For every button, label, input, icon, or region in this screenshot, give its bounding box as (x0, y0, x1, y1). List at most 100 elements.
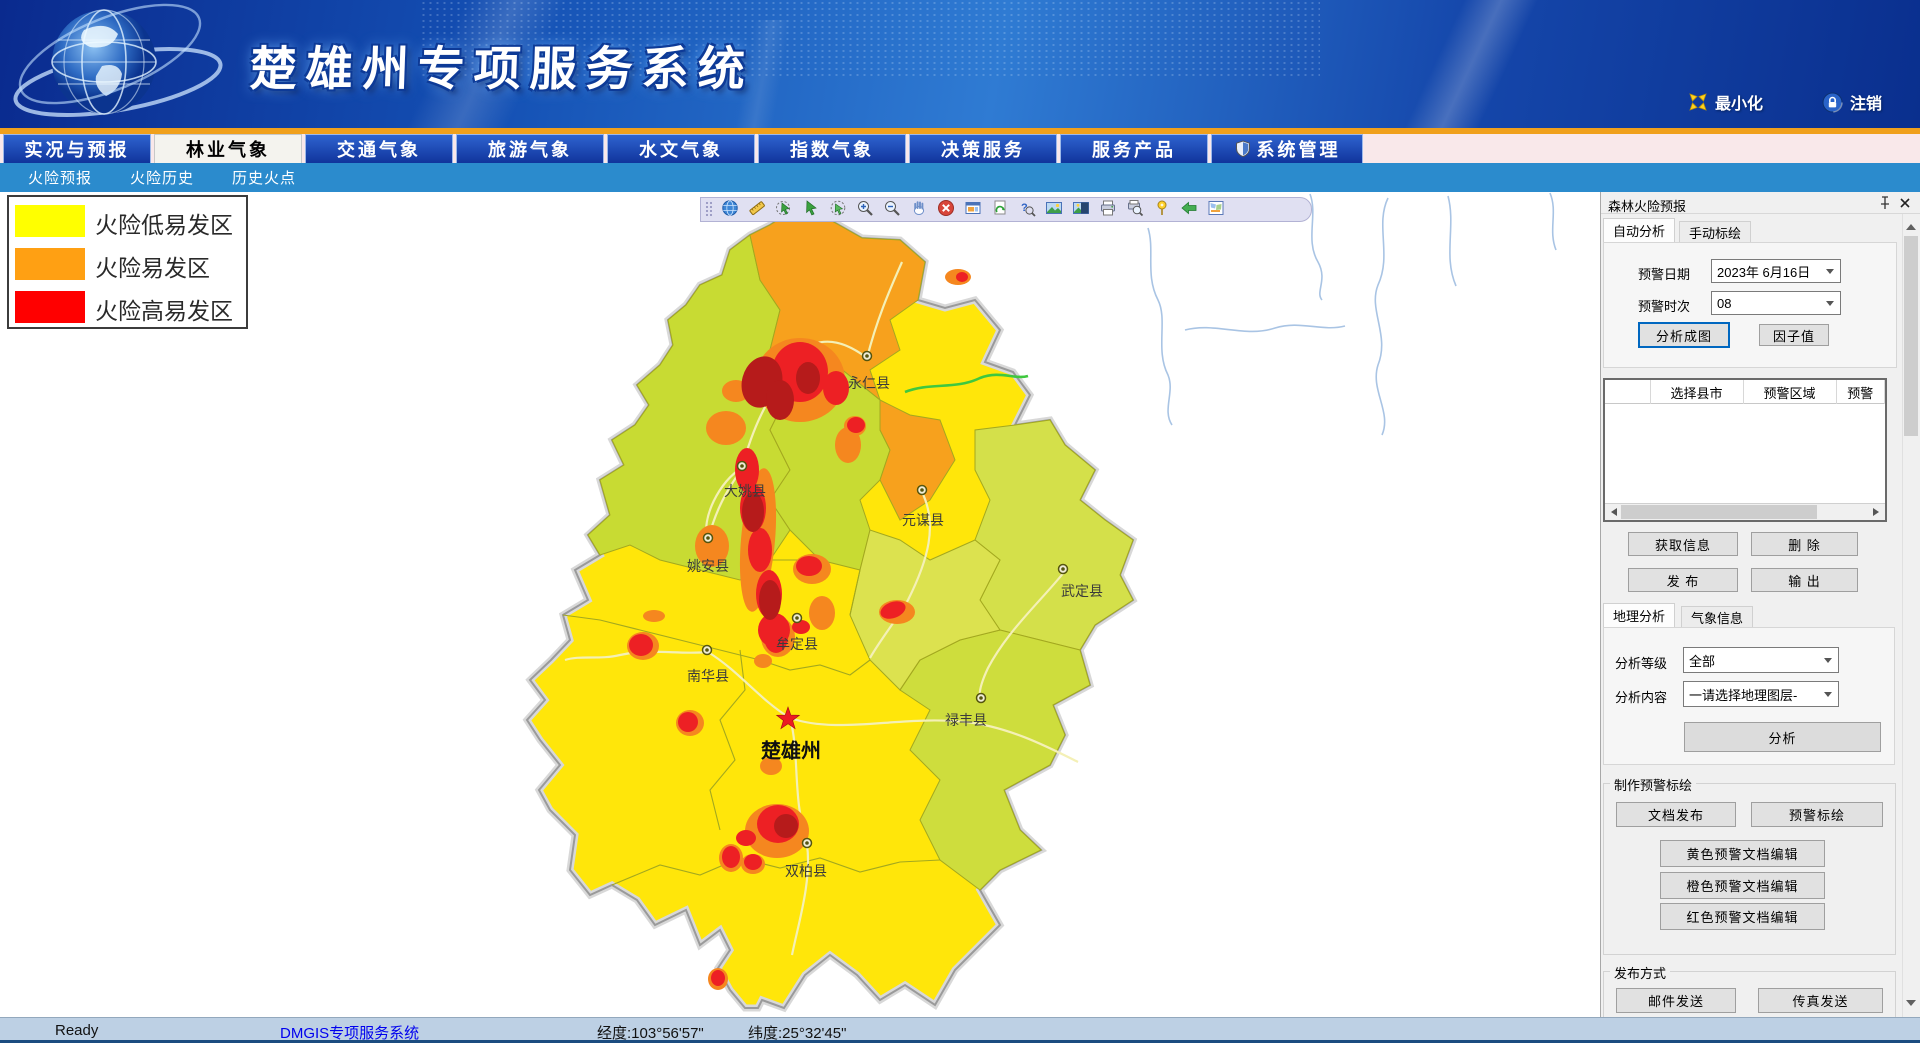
tab-tourism-weather[interactable]: 旅游气象 (456, 134, 604, 163)
map-label-nanhua: 南华县 (687, 666, 729, 686)
delete-button[interactable]: 删 除 (1751, 532, 1858, 556)
factor-value-button[interactable]: 因子值 (1759, 324, 1829, 346)
fire-risk-legend: 火险低易发区火险易发区火险高易发区 (7, 195, 248, 329)
label-pin-icon (1153, 199, 1171, 220)
doc-publish-button[interactable]: 文档发布 (1616, 802, 1736, 827)
warn-date-label: 预警日期 (1638, 264, 1690, 283)
tab-label: 实况与预报 (25, 136, 130, 162)
analysis-content-value: 一请选择地理图层- (1689, 685, 1797, 704)
legend-label: 火险低易发区 (95, 206, 233, 240)
tab-live-forecast[interactable]: 实况与预报 (3, 134, 151, 163)
map-label-mouding: 牟定县 (776, 634, 818, 654)
analysis-level-label: 分析等级 (1615, 653, 1667, 672)
tool-pointer[interactable] (797, 198, 824, 221)
tab-label: 系统管理 (1257, 136, 1341, 162)
legend-label: 火险易发区 (95, 249, 210, 283)
analysis-level-select[interactable]: 全部 (1683, 647, 1839, 673)
fax-send-button[interactable]: 传真发送 (1758, 988, 1883, 1013)
measure-icon (748, 199, 766, 220)
tab-forestry-weather[interactable]: 林业气象 (154, 134, 302, 163)
status-bar: Ready DMGIS专项服务系统 经度:103°56'57" 纬度:25°32… (0, 1017, 1920, 1043)
pin-icon[interactable] (1877, 195, 1893, 211)
panel-scrollbar[interactable] (1902, 214, 1919, 1017)
tool-print-preview[interactable] (1121, 198, 1148, 221)
email-send-button[interactable]: 邮件发送 (1616, 988, 1736, 1013)
table-column-header[interactable]: 选择县市 (1651, 380, 1744, 404)
subnav-fire-history[interactable]: 火险历史 (124, 167, 200, 188)
tool-deselect[interactable] (824, 198, 851, 221)
tool-select-region[interactable] (770, 198, 797, 221)
tool-swipe[interactable] (1067, 198, 1094, 221)
tab-traffic-weather[interactable]: 交通气象 (305, 134, 453, 163)
tab-label: 林业气象 (186, 136, 270, 162)
export-button[interactable]: 输 出 (1751, 568, 1858, 592)
tab-manual-plot[interactable]: 手动标绘 (1679, 221, 1751, 242)
tool-image-export[interactable] (1040, 198, 1067, 221)
yellow-warning-doc-edit-button[interactable]: 黄色预警文档编辑 (1660, 840, 1825, 867)
tab-service-products[interactable]: 服务产品 (1060, 134, 1208, 163)
status-system-link[interactable]: DMGIS专项服务系统 (280, 1022, 419, 1043)
subnav-history-fire-points[interactable]: 历史火点 (226, 167, 302, 188)
get-info-button[interactable]: 获取信息 (1628, 532, 1738, 556)
print-icon (1099, 199, 1117, 220)
close-icon[interactable] (1897, 195, 1913, 211)
table-hscrollbar[interactable] (1605, 503, 1885, 520)
tool-label-pin[interactable] (1148, 198, 1175, 221)
scroll-left-icon[interactable] (1609, 508, 1617, 516)
map-label-yaoan: 姚安县 (687, 556, 729, 576)
analyze-button[interactable]: 分析 (1684, 722, 1881, 752)
tool-zoom-out[interactable] (878, 198, 905, 221)
red-warning-doc-edit-button[interactable]: 红色预警文档编辑 (1660, 903, 1825, 930)
warning-plot-button[interactable]: 预警标绘 (1751, 802, 1883, 827)
tool-map-layout[interactable] (1202, 198, 1229, 221)
tab-decision-service[interactable]: 决策服务 (909, 134, 1057, 163)
table-column-header[interactable]: 预警区域 (1744, 380, 1837, 404)
county-marker-icon (918, 486, 927, 495)
tab-weather-info[interactable]: 气象信息 (1681, 606, 1753, 627)
tool-zoom-in[interactable] (851, 198, 878, 221)
tab-geo-analysis[interactable]: 地理分析 (1603, 603, 1675, 627)
image-export-icon (1045, 199, 1063, 220)
scroll-right-icon[interactable] (1873, 508, 1881, 516)
warning-table-header: 选择县市预警区域预警 (1605, 380, 1885, 404)
tool-pan[interactable] (905, 198, 932, 221)
scroll-up-icon[interactable] (1906, 220, 1916, 230)
analyze-map-button[interactable]: 分析成图 (1638, 322, 1730, 348)
app-title: 楚雄州专项服务系统 (249, 30, 755, 99)
warn-date-select[interactable]: 2023年 6月16日 (1711, 259, 1841, 283)
tab-index-weather[interactable]: 指数气象 (758, 134, 906, 163)
legend-item: 火险低易发区 (9, 203, 246, 240)
legend-item: 火险高易发区 (9, 289, 246, 326)
scroll-down-icon[interactable] (1906, 1000, 1916, 1010)
subnav-fire-forecast[interactable]: 火险预报 (22, 167, 98, 188)
scroll-thumb[interactable] (1904, 236, 1918, 436)
tool-measure[interactable] (743, 198, 770, 221)
table-column-header[interactable]: 预警 (1837, 380, 1885, 404)
main-nav-tabs: 实况与预报 林业气象 交通气象旅游气象水文气象指数气象决策服务服务产品 系统管理 (0, 134, 1920, 163)
warn-time-select[interactable]: 08 (1711, 291, 1841, 315)
tool-print[interactable] (1094, 198, 1121, 221)
tool-clear[interactable] (932, 198, 959, 221)
table-column-header[interactable] (1605, 380, 1651, 404)
tool-globe[interactable] (716, 198, 743, 221)
minimize-button[interactable]: 最小化 (1688, 90, 1763, 114)
pan-icon (910, 199, 928, 220)
toolbar-grip[interactable] (705, 201, 712, 218)
publish-button[interactable]: 发 布 (1628, 568, 1738, 592)
tab-hydrology-weather[interactable]: 水文气象 (607, 134, 755, 163)
refresh-icon (991, 199, 1009, 220)
tool-overview[interactable] (959, 198, 986, 221)
tool-back[interactable] (1175, 198, 1202, 221)
swipe-icon (1072, 199, 1090, 220)
logout-button[interactable]: 注销 (1822, 90, 1882, 114)
analysis-content-select[interactable]: 一请选择地理图层- (1683, 681, 1839, 707)
orange-warning-doc-edit-button[interactable]: 橙色预警文档编辑 (1660, 872, 1825, 899)
tab-system-management[interactable]: 系统管理 (1211, 134, 1363, 163)
map-label-shuangbai: 双柏县 (785, 861, 827, 881)
hscroll-thumb[interactable] (1621, 505, 1817, 519)
deselect-icon (829, 199, 847, 220)
tool-refresh[interactable] (986, 198, 1013, 221)
tool-identify[interactable]: ? (1013, 198, 1040, 221)
tab-auto-analysis[interactable]: 自动分析 (1603, 218, 1675, 242)
county-marker-icon (704, 534, 713, 543)
